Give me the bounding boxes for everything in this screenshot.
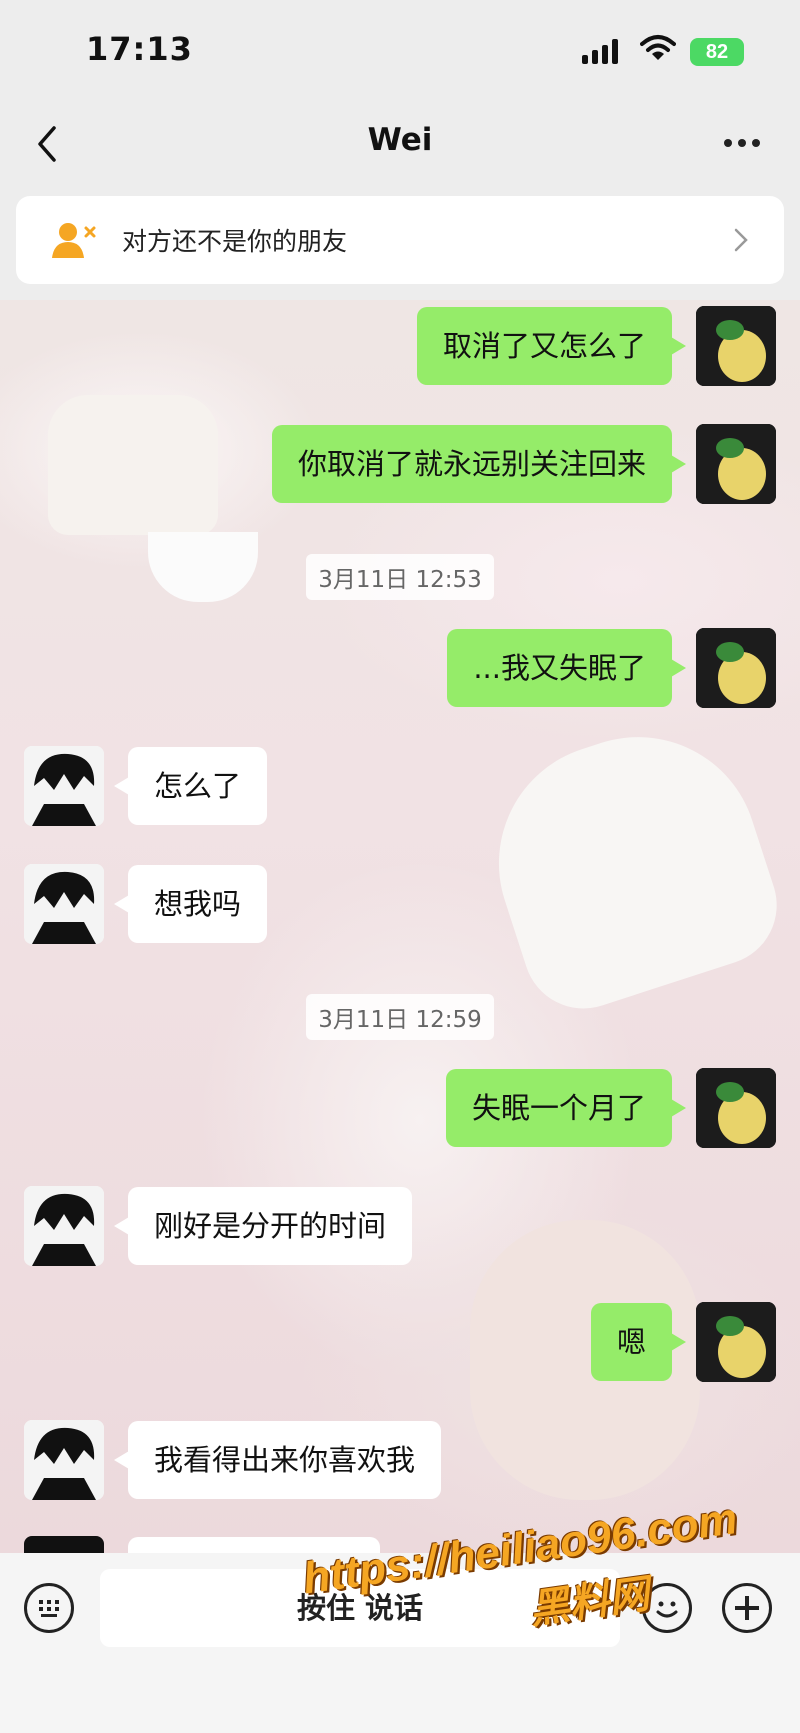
message-bubble[interactable]: 失眠一个月了 — [445, 1069, 687, 1147]
contact-avatar[interactable] — [24, 1536, 104, 1553]
message-bubble[interactable]: 嗯 — [590, 1303, 687, 1381]
message-bubble[interactable]: 怎么了 — [113, 747, 268, 825]
message-bubble[interactable]: 你取消了就永远别关注回来 — [271, 425, 687, 503]
message-timestamp: 3月11日 12:59 — [0, 994, 800, 1040]
duck-avatar-icon — [696, 628, 776, 708]
status-bar: 17:13 82 — [0, 0, 800, 100]
duck-avatar-icon — [696, 306, 776, 386]
add-friend-icon — [52, 223, 96, 258]
anime-avatar-icon — [24, 1420, 104, 1500]
chevron-right-icon — [734, 228, 748, 252]
contact-avatar[interactable] — [24, 1420, 104, 1500]
not-friend-text: 对方还不是你的朋友 — [122, 227, 348, 256]
chat-area[interactable]: 取消了又怎么了 你取消了就永远别关注回来 3月11日 12:53 ...我又失眠… — [0, 300, 800, 1553]
not-friend-banner[interactable]: 对方还不是你的朋友 — [16, 196, 784, 284]
chat-message: ...我又失眠了 — [447, 628, 776, 708]
background-photo-decoration — [48, 395, 218, 535]
more-options-icon[interactable] — [724, 128, 768, 158]
keyboard-toggle-icon[interactable] — [24, 1583, 74, 1633]
contact-avatar[interactable] — [24, 746, 104, 826]
my-avatar[interactable] — [696, 306, 776, 386]
status-time: 17:13 — [86, 30, 193, 68]
my-avatar[interactable] — [696, 424, 776, 504]
message-bubble[interactable]: 刚好是分开的时间 — [113, 1187, 413, 1265]
chat-message: 刚好是分开的时间 — [24, 1186, 413, 1266]
message-bubble[interactable]: 想我吗 — [113, 865, 268, 943]
battery-icon: 82 — [690, 38, 744, 66]
chat-message: 嗯 — [590, 1302, 776, 1382]
anime-avatar-icon — [24, 1186, 104, 1266]
timestamp-text: 3月11日 12:53 — [306, 554, 494, 600]
message-bubble[interactable]: 我看得出来你喜欢我 — [113, 1421, 442, 1499]
message-bubble[interactable]: 取消了又怎么了 — [416, 307, 687, 385]
my-avatar[interactable] — [696, 1068, 776, 1148]
duck-avatar-icon — [696, 1068, 776, 1148]
chat-message: 怎么了 — [24, 746, 268, 826]
contact-avatar[interactable] — [24, 1186, 104, 1266]
chat-message: 想我吗 — [24, 864, 268, 944]
message-bubble[interactable]: ...我又失眠了 — [447, 629, 686, 707]
duck-avatar-icon — [696, 424, 776, 504]
chat-message: 失眠一个月了 — [445, 1068, 776, 1148]
message-timestamp: 3月11日 12:53 — [0, 554, 800, 600]
battery-level: 82 — [705, 40, 729, 63]
anime-avatar-icon — [24, 746, 104, 826]
chat-message: 取消了又怎么了 — [416, 306, 776, 386]
wifi-icon — [640, 35, 676, 60]
my-avatar[interactable] — [696, 1302, 776, 1382]
background-pillow — [467, 705, 793, 1025]
my-avatar[interactable] — [696, 628, 776, 708]
duck-avatar-icon — [696, 1302, 776, 1382]
chat-header: Wei — [0, 100, 800, 186]
cellular-signal-icon — [582, 38, 618, 64]
chat-message: 我看得出来你喜欢我 — [24, 1420, 442, 1500]
chat-title: Wei — [367, 122, 433, 158]
contact-avatar[interactable] — [24, 864, 104, 944]
chat-message: 你取消了就永远别关注回来 — [271, 424, 776, 504]
timestamp-text: 3月11日 12:59 — [306, 994, 494, 1040]
anime-avatar-icon — [24, 864, 104, 944]
